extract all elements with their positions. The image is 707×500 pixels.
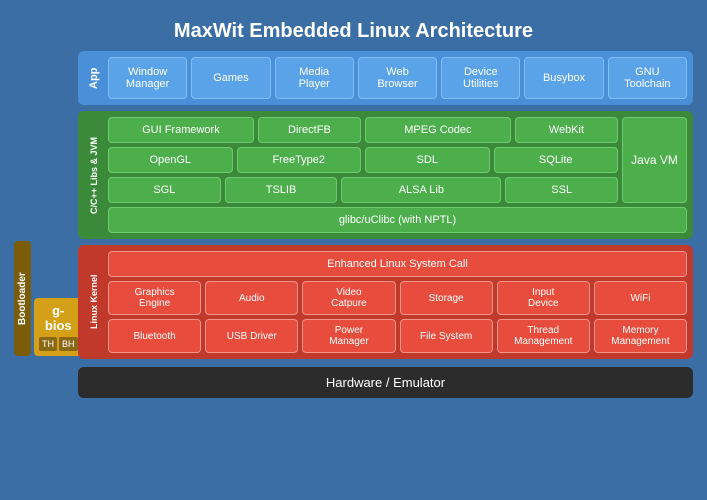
- lib-ssl: SSL: [505, 177, 618, 203]
- lib-tslib: TSLIB: [225, 177, 338, 203]
- kernel-bluetooth: Bluetooth: [108, 319, 201, 353]
- libs-content: GUI Framework DirectFB MPEG Codec WebKit…: [108, 117, 687, 233]
- app-item-busybox: Busybox: [524, 57, 603, 99]
- kernel-input-device: InputDevice: [497, 281, 590, 315]
- kernel-row-2: Bluetooth USB Driver PowerManager File S…: [108, 319, 687, 353]
- kernel-layer-label: Linux Kernel: [84, 251, 104, 353]
- lib-java-vm: Java VM: [622, 117, 687, 203]
- app-item-games: Games: [191, 57, 270, 99]
- lib-alsa: ALSA Lib: [341, 177, 501, 203]
- kernel-graphics-engine: GraphicsEngine: [108, 281, 201, 315]
- kernel-power-manager: PowerManager: [302, 319, 395, 353]
- gbios-tag-bh: BH: [59, 337, 78, 351]
- kernel-wifi: WiFi: [594, 281, 687, 315]
- libs-layer-label: C/C++ Libs & JVM: [84, 117, 104, 233]
- app-items-container: WindowManager Games MediaPlayer WebBrows…: [108, 57, 687, 99]
- kernel-usb-driver: USB Driver: [205, 319, 298, 353]
- bootloader-section: Bootloader g-bios TH BH: [14, 51, 74, 398]
- lib-sdl: SDL: [365, 147, 490, 173]
- libs-row-3: SGL TSLIB ALSA Lib SSL: [108, 177, 618, 203]
- lib-sgl: SGL: [108, 177, 221, 203]
- page-container: MaxWit Embedded Linux Architecture Bootl…: [0, 0, 707, 500]
- kernel-storage: Storage: [400, 281, 493, 315]
- libs-main-row: GUI Framework DirectFB MPEG Codec WebKit…: [108, 117, 687, 203]
- app-layer-label: App: [84, 57, 104, 99]
- kernel-row-1: GraphicsEngine Audio VideoCatpure Storag…: [108, 281, 687, 315]
- kernel-thread-management: ThreadManagement: [497, 319, 590, 353]
- libs-layer: C/C++ Libs & JVM GUI Framework DirectFB …: [78, 111, 693, 239]
- bootloader-label: Bootloader: [14, 241, 31, 356]
- gbios-box: g-bios TH BH: [34, 298, 83, 356]
- lib-mpeg-codec: MPEG Codec: [365, 117, 511, 143]
- libs-row-2: OpenGL FreeType2 SDL SQLite: [108, 147, 618, 173]
- lib-sqlite: SQLite: [494, 147, 619, 173]
- kernel-layer: Linux Kernel Enhanced Linux System Call …: [78, 245, 693, 359]
- kernel-content: Enhanced Linux System Call GraphicsEngin…: [108, 251, 687, 353]
- app-item-gnu-toolchain: GNUToolchain: [608, 57, 687, 99]
- kernel-video-capture: VideoCatpure: [302, 281, 395, 315]
- libs-row-1: GUI Framework DirectFB MPEG Codec WebKit: [108, 117, 618, 143]
- app-layer: App WindowManager Games MediaPlayer WebB…: [78, 51, 693, 105]
- kernel-syscall: Enhanced Linux System Call: [108, 251, 687, 277]
- lib-gui-framework: GUI Framework: [108, 117, 254, 143]
- lib-freetype2: FreeType2: [237, 147, 362, 173]
- lib-directfb: DirectFB: [258, 117, 361, 143]
- kernel-memory-management: MemoryManagement: [594, 319, 687, 353]
- gbios-tag-th: TH: [39, 337, 57, 351]
- gbios-title: g-bios: [39, 303, 78, 333]
- kernel-audio: Audio: [205, 281, 298, 315]
- app-item-window-manager: WindowManager: [108, 57, 187, 99]
- kernel-file-system: File System: [400, 319, 493, 353]
- app-item-device-utilities: DeviceUtilities: [441, 57, 520, 99]
- lib-glibc: glibc/uClibc (with NPTL): [108, 207, 687, 233]
- app-item-media-player: MediaPlayer: [275, 57, 354, 99]
- app-item-web-browser: WebBrowser: [358, 57, 437, 99]
- page-title: MaxWit Embedded Linux Architecture: [0, 8, 707, 51]
- libs-left-col: GUI Framework DirectFB MPEG Codec WebKit…: [108, 117, 618, 203]
- lib-opengl: OpenGL: [108, 147, 233, 173]
- lib-webkit: WebKit: [515, 117, 618, 143]
- hardware-layer: Hardware / Emulator: [78, 367, 693, 398]
